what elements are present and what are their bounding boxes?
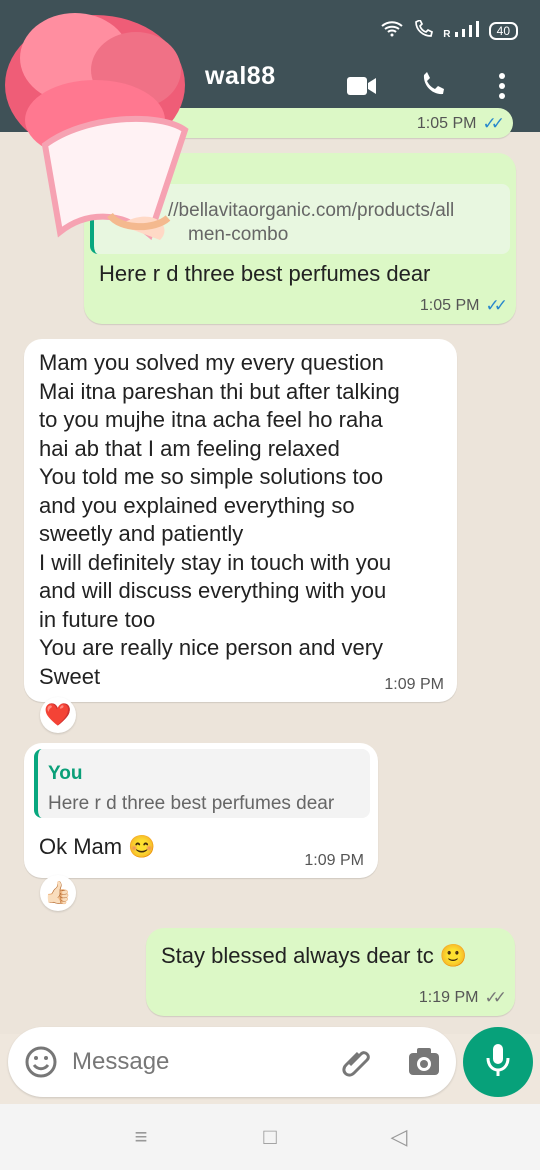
battery-icon: 40 (488, 21, 518, 40)
paperclip-icon (340, 1051, 376, 1085)
message-text: Stay blessed always dear tc 🙂 (161, 943, 468, 968)
camera-icon (406, 1048, 442, 1083)
back-icon[interactable]: ◁ (388, 1126, 410, 1148)
message-line: Sweet (39, 663, 101, 689)
voice-message-button[interactable] (463, 1027, 533, 1097)
incoming-message[interactable]: Mam you solved my every question Mai itn… (24, 339, 457, 702)
voice-call-button[interactable] (416, 71, 448, 105)
link-text-line1: //bellavitaorganic.com/products/all (168, 200, 455, 221)
status-icons: R 40 (381, 18, 518, 41)
message-line: sweetly and patiently (39, 521, 244, 546)
attach-button[interactable] (340, 1045, 376, 1081)
message-line: in future too (39, 606, 156, 632)
signal-icon: R (443, 21, 479, 40)
message-input[interactable]: Message (72, 1048, 169, 1076)
video-call-icon (346, 75, 378, 102)
home-icon[interactable]: □ (259, 1126, 281, 1148)
more-vert-icon (498, 72, 506, 105)
message-line: Mai itna pareshan thi but after talking (39, 378, 400, 404)
flower-sticker (0, 0, 210, 250)
phone-icon (418, 71, 446, 105)
mic-icon (485, 1042, 511, 1083)
wifi-icon (381, 21, 403, 40)
camera-button[interactable] (406, 1045, 442, 1081)
header-actions (346, 71, 518, 105)
message-line: to you mujhe itna acha feel ho raha (39, 407, 383, 432)
read-ticks-icon: ✓✓ (482, 114, 505, 133)
message-text: Here r d three best perfumes dear (99, 261, 431, 286)
emoji-button[interactable] (24, 1045, 58, 1079)
message-line: Mam you solved my every question (39, 350, 384, 375)
message-line: You are really nice person and very (39, 635, 384, 660)
more-options-button[interactable] (486, 72, 518, 104)
call-status-icon (413, 18, 434, 41)
read-ticks-icon: ✓✓ (485, 296, 508, 315)
thumbs-up-reaction-icon[interactable]: 👍🏻 (40, 875, 76, 911)
message-line: and will discuss everything with you (39, 578, 387, 603)
message-composer: Message (8, 1027, 456, 1097)
emoji-icon (24, 1046, 58, 1083)
message-time: 1:09 PM (304, 852, 364, 869)
quote-text: Here r d three best perfumes dear (48, 793, 335, 814)
message-line: and you explained everything so (39, 492, 355, 518)
video-call-button[interactable] (346, 72, 378, 104)
message-lines: Mam you solved my every question Mai itn… (39, 349, 400, 691)
outgoing-message[interactable]: Stay blessed always dear tc 🙂 1:19 PM ✓✓ (146, 928, 515, 1016)
heart-reaction-icon[interactable]: ❤️ (40, 697, 76, 733)
message-time: 1:09 PM (384, 676, 444, 693)
message-line: You told me so simple solutions too (39, 464, 384, 489)
message-time: 1:05 PM ✓✓ (419, 296, 508, 315)
system-navigation-bar: ≡ □ ◁ (0, 1104, 540, 1170)
message-text: Ok Mam 😊 (39, 834, 156, 859)
message-time: 1:19 PM ✓✓ (418, 988, 507, 1007)
signal-text: R (443, 29, 451, 40)
message-line: hai ab that I am feeling relaxed (39, 435, 340, 461)
message-time: 1:05 PM ✓✓ (416, 114, 505, 133)
message-line: I will definitely stay in touch with you (39, 549, 392, 575)
incoming-reply-message[interactable]: You Here r d three best perfumes dear Ok… (24, 743, 378, 878)
recent-apps-icon[interactable]: ≡ (130, 1126, 152, 1148)
battery-level: 40 (496, 23, 510, 38)
delivered-ticks-icon: ✓✓ (484, 988, 507, 1007)
contact-name[interactable]: wal88 (205, 62, 276, 91)
quoted-message[interactable]: You Here r d three best perfumes dear (34, 749, 370, 818)
quote-author: You (48, 763, 83, 784)
